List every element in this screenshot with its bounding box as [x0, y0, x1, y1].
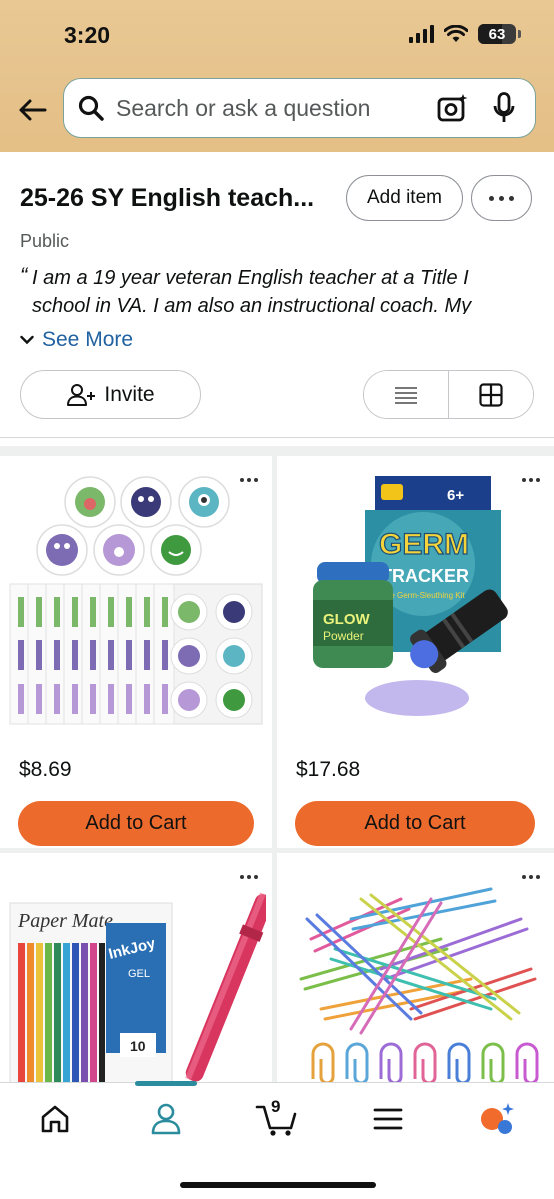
back-arrow-icon[interactable]: [14, 92, 50, 128]
product-image-germ-stickers: [9, 476, 263, 725]
search-placeholder: Search or ask a question: [116, 94, 371, 121]
product-image-paper-clips: [299, 887, 539, 1084]
privacy-label: Public: [20, 231, 70, 251]
divider: [0, 437, 554, 438]
add-to-cart-button[interactable]: Add to Cart: [295, 801, 535, 846]
camera-search-icon[interactable]: [435, 90, 471, 126]
status-icons: 63: [409, 24, 521, 44]
product-price: $17.68: [296, 758, 361, 781]
signal-icon: [409, 25, 434, 43]
product-card[interactable]: $8.69 Add to Cart: [0, 456, 272, 848]
more-options-button[interactable]: [471, 175, 532, 221]
grid-view-icon[interactable]: [448, 371, 533, 418]
wifi-icon: [444, 25, 468, 42]
header: 3:20 63 Search or ask a question: [0, 0, 554, 152]
active-tab-indicator: [135, 1081, 197, 1086]
list-title: 25-26 SY English teach...: [20, 184, 315, 212]
powder-label: Powder: [323, 629, 364, 643]
product-image-germ-tracker: 6+ GERM TRACKER The Germ-Sleuthing Kit G…: [313, 476, 508, 716]
bottom-nav: 9: [0, 1081, 554, 1199]
invite-button[interactable]: Invite: [20, 370, 201, 419]
pen-count-label: 10: [130, 1038, 146, 1054]
tagline-label: The Germ-Sleuthing Kit: [381, 591, 465, 600]
view-toggle: [363, 370, 534, 419]
list-view-icon[interactable]: [364, 371, 448, 418]
search-input[interactable]: Search or ask a question: [63, 78, 536, 138]
home-icon[interactable]: [30, 1099, 80, 1139]
tracker-label: TRACKER: [381, 566, 469, 586]
status-time: 3:20: [64, 22, 111, 48]
papermate-label: Paper Mate: [17, 910, 113, 932]
add-item-button[interactable]: Add item: [346, 175, 463, 221]
add-to-cart-button[interactable]: Add to Cart: [18, 801, 254, 846]
page: 3:20 63 Search or ask a question 25-26 S…: [0, 0, 554, 1199]
list-description: “ I am a 19 year veteran English teacher…: [20, 264, 472, 314]
quote-mark-icon: “: [20, 264, 28, 288]
age-label: 6+: [447, 487, 464, 504]
account-icon[interactable]: [141, 1099, 191, 1139]
product-image-inkjoy-pens: Paper Mate InkJoy GEL 10: [9, 892, 266, 1085]
gel-label: GEL: [128, 968, 150, 980]
cart-count: 9: [271, 1097, 281, 1116]
cart-icon[interactable]: 9: [251, 1097, 301, 1139]
battery-icon: 63: [478, 24, 521, 44]
product-card[interactable]: 6+ GERM TRACKER The Germ-Sleuthing Kit G…: [277, 456, 554, 848]
glow-label: GLOW: [323, 611, 370, 628]
product-card[interactable]: [277, 853, 554, 1085]
search-icon: [78, 95, 104, 121]
add-person-icon: [67, 383, 96, 406]
product-card[interactable]: Paper Mate InkJoy GEL 10: [0, 853, 272, 1085]
battery-level: 63: [488, 25, 506, 43]
card-more-icon[interactable]: [240, 875, 258, 879]
microphone-icon[interactable]: [489, 90, 519, 126]
home-indicator: [180, 1182, 376, 1188]
menu-icon[interactable]: [363, 1099, 413, 1139]
germ-label: GERM: [379, 528, 469, 561]
product-price: $8.69: [19, 758, 72, 781]
chevron-down-icon: [20, 335, 34, 345]
see-more-link[interactable]: See More: [20, 328, 133, 352]
rufus-assistant-icon[interactable]: [472, 1099, 522, 1139]
